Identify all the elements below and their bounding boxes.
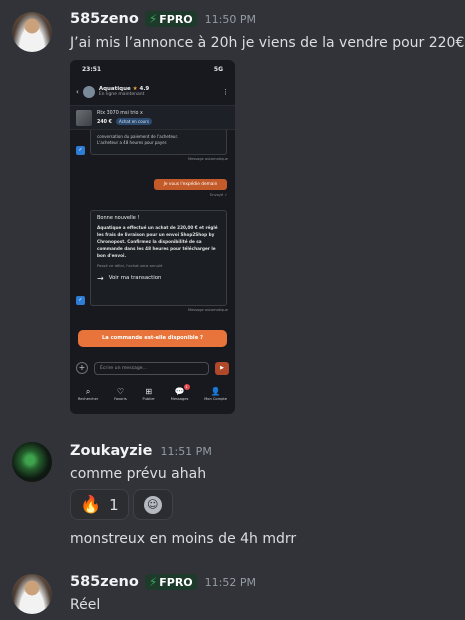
nav-item-favorites: ♡ Favoris [114, 387, 127, 401]
send-icon: ▶ [215, 361, 229, 375]
more-icon: ⋮ [222, 87, 229, 96]
add-reaction-button[interactable]: ☺ [132, 489, 173, 520]
seller-status: En ligne maintenant [98, 92, 145, 98]
availability-button: La commande est-elle disponible ? [78, 330, 227, 347]
nav-item-messages: 💬 1 Messages [170, 384, 190, 401]
user-icon: 👤 [210, 387, 221, 396]
username[interactable]: 585zeno [70, 574, 139, 590]
bolt-icon: ⚡ [148, 575, 158, 589]
seller-avatar [82, 85, 95, 98]
chat-header: ‹ Aquatique ★ 4.9 En ligne maintenant ⋮ [70, 78, 235, 106]
plus-icon: + [76, 362, 88, 374]
nav-label: Favoris [114, 397, 127, 401]
message-text: J’ai mis l’annonce à 20h je viens de la … [70, 35, 465, 51]
timestamp[interactable]: 11:51 PM [160, 445, 211, 458]
guild-tag[interactable]: ⚡ FPRO [144, 11, 197, 27]
bottom-nav: ⌕ Rechercher ♡ Favoris ⊞ Publier 💬 1 Messages… [70, 380, 235, 408]
arrow-right-icon: → [97, 273, 104, 283]
system-card-top: conversation du paiement de l'acheteur. … [90, 130, 227, 155]
sent-bubble: Je vous l'expédie demain [154, 179, 227, 190]
phone-status-bar: 23:51 5G [70, 60, 235, 78]
status-icons: 5G [213, 65, 223, 73]
message-header: 585zeno ⚡ FPRO 11:52 PM [70, 574, 256, 590]
reaction-fire[interactable]: 🔥 1 [70, 489, 129, 520]
nav-item-search: ⌕ Rechercher [78, 387, 98, 401]
card-body: Aquatique a effectué un achat de 220,00 … [97, 225, 218, 258]
message-input: Écrire un message... [94, 361, 209, 375]
attachment-image[interactable]: 23:51 5G ‹ Aquatique ★ 4.9 En ligne main… [70, 60, 235, 414]
timestamp[interactable]: 11:50 PM [205, 13, 256, 26]
nav-item-publish: ⊞ Publier [143, 387, 155, 401]
fire-emoji-icon: 🔥 [80, 494, 102, 515]
bolt-icon: ⚡ [148, 12, 158, 26]
shield-icon: ✓ [76, 296, 85, 305]
seller-name: Aquatique [98, 85, 131, 92]
guild-tag-label: FPRO [159, 12, 193, 26]
item-price: 240 € [97, 119, 113, 125]
shield-icon: ✓ [76, 146, 85, 155]
message-1: 585zeno ⚡ FPRO 11:50 PM J’ai mis l’annonc… [0, 0, 465, 420]
nav-label: Publier [142, 397, 155, 401]
nav-label: Messages [170, 397, 189, 401]
seller-info: Aquatique ★ 4.9 En ligne maintenant [99, 86, 149, 98]
system-card-purchase: Bonne nouvelle ! Aquatique a effectué un… [90, 210, 227, 306]
message-text: monstreux en moins de 4h mdrr [70, 531, 297, 547]
guild-tag-label: FPRO [159, 575, 193, 589]
message-text: Réel [70, 597, 101, 613]
card-title: Bonne nouvelle ! [97, 215, 140, 221]
chat-icon: 💬 1 [174, 384, 190, 396]
plus-square-icon: ⊞ [145, 387, 153, 396]
reactions-bar: 🔥 1 ☺ [70, 489, 177, 520]
auto-message-label: Message automatique [188, 157, 228, 161]
avatar[interactable] [12, 442, 52, 482]
card-line: L'acheteur a 48 heures pour payer. [97, 140, 168, 146]
bubble-meta: Envoyé ✓ [210, 193, 228, 197]
auto-message-label: Message automatique [188, 308, 228, 312]
seller-rating: 4.9 [139, 85, 150, 92]
nav-label: Rechercher [77, 397, 99, 401]
item-title: Rtx 3070 msi trio x [97, 111, 143, 117]
status-time: 23:51 [82, 65, 102, 73]
timestamp[interactable]: 11:52 PM [205, 576, 256, 589]
nav-item-account: 👤 Mon Compte [204, 387, 227, 401]
guild-tag[interactable]: ⚡ FPRO [144, 574, 197, 590]
card-note: Passé ce délai, l'achat sera annulé [97, 262, 163, 268]
nav-label: Mon Compte [204, 397, 228, 401]
avatar[interactable] [12, 12, 52, 52]
item-summary: Rtx 3070 msi trio x 240 € Achat en cours [70, 106, 235, 130]
username[interactable]: Zoukayzie [70, 443, 152, 459]
compose-bar: + Écrire un message... ▶ [70, 358, 235, 378]
avatar[interactable] [12, 574, 52, 614]
message-text: comme prévu ahah [70, 466, 207, 482]
item-status: Achat en cours [116, 117, 152, 125]
message-header: 585zeno ⚡ FPRO 11:50 PM [70, 11, 256, 27]
username[interactable]: 585zeno [70, 11, 139, 27]
unread-badge: 1 [183, 384, 190, 390]
item-thumbnail [76, 109, 92, 126]
reaction-count: 1 [109, 495, 119, 514]
star-icon: ★ [132, 85, 138, 92]
heart-icon: ♡ [116, 387, 124, 396]
back-arrow-icon: ‹ [76, 87, 79, 96]
smiley-add-icon: ☺ [143, 495, 162, 514]
message-header: Zoukayzie 11:51 PM [70, 443, 212, 459]
search-icon: ⌕ [85, 387, 91, 396]
transaction-link: → Voir ma transaction [97, 274, 220, 283]
transaction-link-label: Voir ma transaction [108, 275, 162, 282]
message-3: 585zeno ⚡ FPRO 11:52 PM Réel [0, 560, 465, 620]
